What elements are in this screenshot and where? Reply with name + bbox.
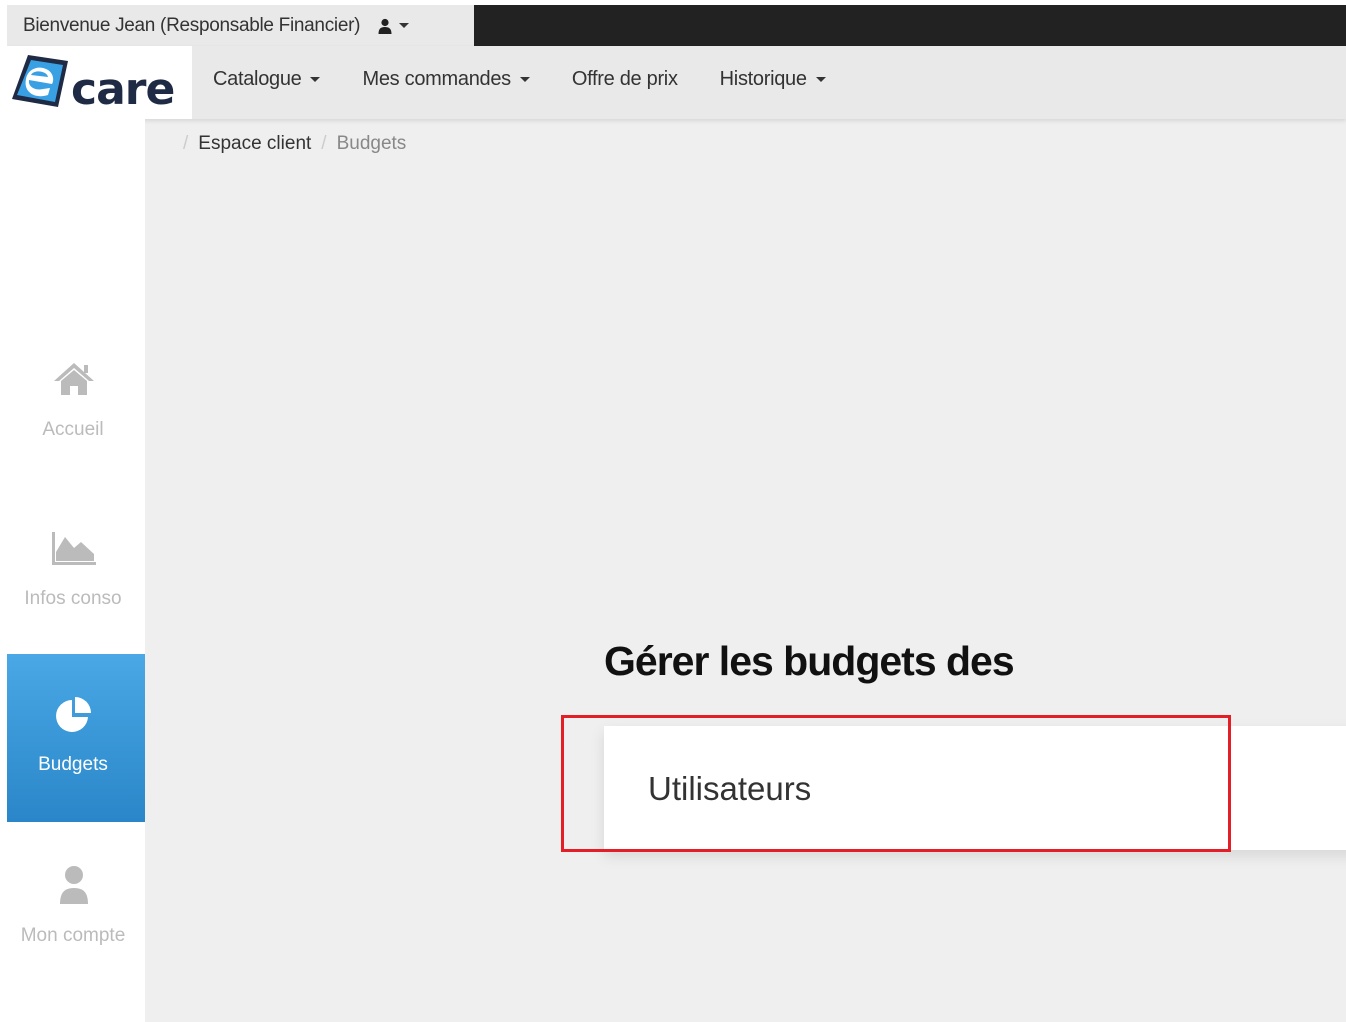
sidebar-item-label: Mon compte <box>20 925 126 946</box>
nav-historique-label: Historique <box>719 67 807 90</box>
breadcrumb-item-budgets: Budgets <box>336 133 407 154</box>
area-chart-icon <box>52 532 96 565</box>
pie-chart-icon <box>56 697 91 732</box>
card-label: Utilisateurs <box>648 770 812 807</box>
brand-name: care <box>71 64 175 115</box>
nav-catalogue-label: Catalogue <box>213 67 302 90</box>
nav-catalogue[interactable]: Catalogue <box>192 43 341 116</box>
sidebar-item-label: Accueil <box>42 419 104 440</box>
brand-logo[interactable]: care <box>7 46 192 119</box>
main-navbar: care Catalogue Mes commandes Offre de pr… <box>7 46 1346 119</box>
home-icon <box>54 363 94 395</box>
user-icon <box>378 18 392 34</box>
sidebar-item-mon-compte[interactable]: Mon compte <box>7 823 145 991</box>
chevron-down-icon <box>815 76 826 82</box>
breadcrumb-item-espace-client[interactable]: Espace client <box>198 133 311 155</box>
nav-menu: Catalogue Mes commandes Offre de prix Hi… <box>192 46 847 119</box>
user-dropdown-toggle[interactable] <box>378 18 410 34</box>
nav-offre-de-prix[interactable]: Offre de prix <box>551 43 699 116</box>
e-logo-icon <box>12 55 68 107</box>
app-window: Bienvenue Jean (Responsable Financier) c… <box>7 5 1346 1022</box>
sidebar-item-accueil[interactable]: Accueil <box>7 317 145 485</box>
welcome-text: Bienvenue Jean (Responsable Financier) <box>23 14 361 36</box>
sidebar-item-label: Budgets <box>38 754 108 775</box>
nav-offre-de-prix-label: Offre de prix <box>571 67 678 90</box>
nav-mes-commandes-label: Mes commandes <box>362 67 511 90</box>
sidebar-item-label: Infos conso <box>24 588 122 609</box>
sidebar-item-budgets[interactable]: Budgets <box>7 654 145 822</box>
chevron-down-icon <box>310 76 321 82</box>
utilisateurs-card[interactable]: Utilisateurs <box>604 726 1346 850</box>
sidebar: Accueil Infos conso Budgets Mon compte <box>7 119 145 1022</box>
nav-mes-commandes[interactable]: Mes commandes <box>341 43 550 116</box>
sidebar-item-infos-conso[interactable]: Infos conso <box>7 486 145 654</box>
page-title: Gérer les budgets des <box>604 638 1015 684</box>
chevron-down-icon <box>519 76 530 82</box>
breadcrumb-separator: / <box>183 133 189 154</box>
user-menu[interactable]: Bienvenue Jean (Responsable Financier) <box>7 5 474 46</box>
breadcrumb: / Espace client / Budgets <box>173 133 406 155</box>
user-bar: Bienvenue Jean (Responsable Financier) <box>7 5 1346 46</box>
user-icon <box>60 866 88 904</box>
nav-historique[interactable]: Historique <box>699 43 847 116</box>
chevron-down-icon <box>399 23 410 28</box>
breadcrumb-separator: / <box>321 133 327 154</box>
